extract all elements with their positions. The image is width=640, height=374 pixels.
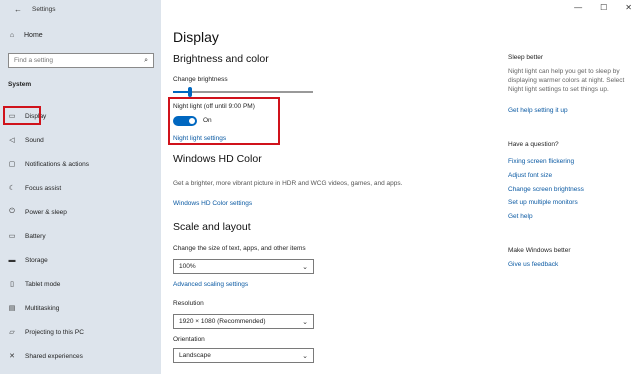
link-adjust-font-size[interactable]: Adjust font size [508, 172, 552, 179]
hd-color-description: Get a brighter, more vibrant picture in … [173, 180, 403, 187]
brightness-slider[interactable] [173, 87, 313, 97]
night-light-settings-link[interactable]: Night light settings [173, 135, 226, 142]
sleep-better-heading: Sleep better [508, 54, 544, 61]
question-heading: Have a question? [508, 141, 559, 148]
sidebar-item-label: Projecting to this PC [25, 328, 84, 336]
sidebar-item-label: Shared experiences [25, 352, 83, 360]
night-light-label: Night light (off until 9:00 PM) [173, 103, 255, 110]
orientation-value: Landscape [179, 352, 211, 359]
nav-home-label: Home [24, 32, 43, 39]
sidebar-item-projecting[interactable]: ▱ Projecting to this PC [0, 320, 161, 344]
section-label: System [8, 81, 32, 88]
resolution-value: 1920 × 1080 (Recommended) [179, 318, 266, 325]
sidebar-item-label: Power & sleep [25, 208, 67, 216]
shared-icon: ✕ [9, 353, 15, 360]
scale-size-label: Change the size of text, apps, and other… [173, 245, 306, 252]
back-arrow-icon[interactable]: ← [14, 5, 22, 14]
sleep-better-text: Night light can help you get to sleep by… [508, 68, 625, 93]
window-title: Settings [32, 6, 56, 13]
nav-list: ▭ Display ◁ Sound ▢ Notifications & acti… [0, 104, 161, 368]
night-light-toggle-state: On [203, 117, 212, 124]
minimize-icon[interactable]: — [574, 3, 582, 12]
sidebar-item-focus-assist[interactable]: ☾ Focus assist [0, 176, 161, 200]
display-highlight-box [3, 106, 41, 125]
hd-color-heading: Windows HD Color [173, 153, 262, 165]
moon-icon: ☾ [8, 185, 16, 192]
link-multiple-monitors[interactable]: Set up multiple monitors [508, 199, 578, 206]
night-light-toggle[interactable] [173, 116, 197, 126]
multitasking-icon: ▤ [8, 305, 16, 312]
page-title: Display [173, 29, 219, 45]
window-controls: — ☐ ✕ [574, 3, 632, 12]
sidebar-item-shared-experiences[interactable]: ✕ Shared experiences [0, 344, 161, 368]
sidebar-item-storage[interactable]: ▬ Storage [0, 248, 161, 272]
sidebar-item-label: Multitasking [25, 304, 60, 312]
brightness-label: Change brightness [173, 76, 228, 83]
link-screen-flickering[interactable]: Fixing screen flickering [508, 158, 574, 165]
link-get-help[interactable]: Get help [508, 213, 533, 220]
sidebar-item-battery[interactable]: ▭ Battery [0, 224, 161, 248]
maximize-icon[interactable]: ☐ [600, 3, 607, 12]
scale-size-value: 100% [179, 263, 196, 270]
sidebar-item-sound[interactable]: ◁ Sound [0, 128, 161, 152]
sidebar-item-multitasking[interactable]: ▤ Multitasking [0, 296, 161, 320]
resolution-dropdown[interactable]: 1920 × 1080 (Recommended) ⌄ [173, 314, 314, 329]
storage-icon: ▬ [8, 256, 16, 264]
sidebar-item-notifications[interactable]: ▢ Notifications & actions [0, 152, 161, 176]
search-input[interactable] [14, 57, 134, 64]
chevron-down-icon: ⌄ [302, 263, 308, 271]
notification-icon: ▢ [8, 161, 16, 168]
resolution-label: Resolution [173, 300, 204, 307]
sidebar-item-label: Sound [25, 136, 44, 144]
sidebar-item-power-sleep[interactable]: ⏻ Power & sleep [0, 200, 161, 224]
nav-home[interactable]: ⌂ Home [8, 32, 43, 39]
titlebar: ← Settings [14, 5, 56, 14]
brightness-heading: Brightness and color [173, 53, 269, 65]
power-icon: ⏻ [9, 208, 15, 215]
sidebar-item-label: Focus assist [25, 184, 62, 192]
search-icon[interactable]: ⌕ [144, 57, 148, 65]
link-change-brightness[interactable]: Change screen brightness [508, 186, 584, 193]
sidebar-item-label: Notifications & actions [25, 160, 89, 168]
make-windows-better-heading: Make Windows better [508, 247, 571, 254]
orientation-dropdown[interactable]: Landscape ⌄ [173, 348, 314, 363]
speaker-icon: ◁ [9, 137, 15, 144]
chevron-down-icon: ⌄ [302, 318, 308, 326]
sidebar-item-label: Storage [25, 256, 48, 264]
battery-icon: ▭ [8, 233, 16, 240]
sleep-help-link[interactable]: Get help setting it up [508, 107, 568, 114]
sidebar-item-label: Tablet mode [25, 280, 61, 288]
sidebar-item-label: Battery [25, 232, 46, 240]
projector-icon: ▱ [9, 329, 15, 336]
close-icon[interactable]: ✕ [625, 3, 632, 12]
feedback-link[interactable]: Give us feedback [508, 261, 558, 268]
orientation-label: Orientation [173, 336, 205, 343]
scale-layout-heading: Scale and layout [173, 221, 251, 233]
brightness-slider-thumb[interactable] [187, 87, 192, 97]
sidebar: ← Settings ⌂ Home ⌕ System ▭ Display ◁ S… [0, 0, 161, 374]
sidebar-item-tablet-mode[interactable]: ▯ Tablet mode [0, 272, 161, 296]
toggle-knob [189, 118, 195, 124]
tablet-icon: ▯ [10, 281, 14, 288]
home-icon: ⌂ [9, 32, 15, 39]
search-box[interactable]: ⌕ [8, 53, 154, 68]
chevron-down-icon: ⌄ [302, 352, 308, 360]
hd-color-settings-link[interactable]: Windows HD Color settings [173, 200, 252, 207]
advanced-scaling-link[interactable]: Advanced scaling settings [173, 281, 248, 288]
scale-size-dropdown[interactable]: 100% ⌄ [173, 259, 314, 274]
